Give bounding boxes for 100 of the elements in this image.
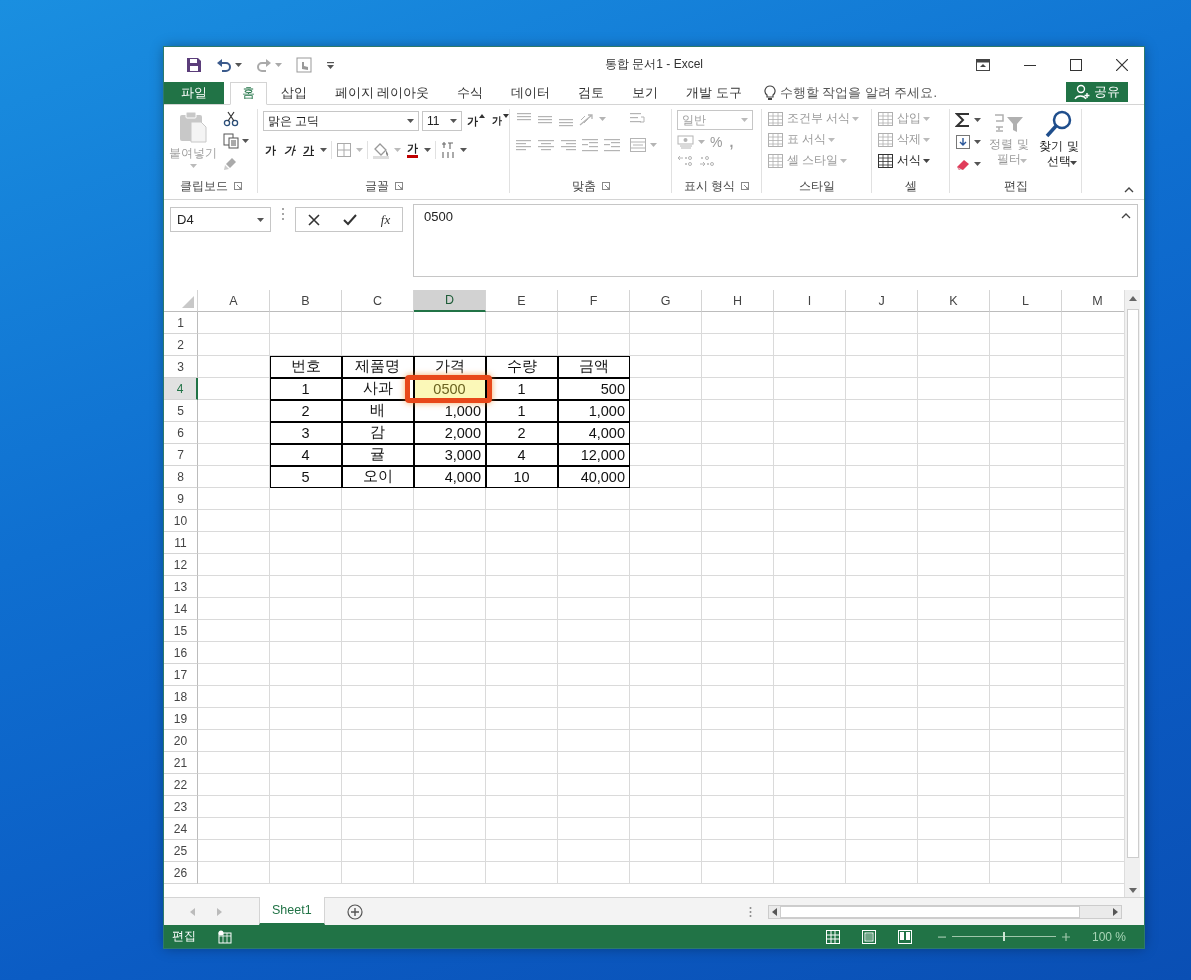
- grid-cell[interactable]: [342, 708, 414, 730]
- grid-cell[interactable]: [630, 862, 702, 884]
- row-header[interactable]: 19: [164, 708, 198, 730]
- grid-cell[interactable]: [270, 708, 342, 730]
- grid-cell[interactable]: [270, 598, 342, 620]
- grid-cell[interactable]: [846, 356, 918, 378]
- grid-cell[interactable]: [702, 422, 774, 444]
- grid-cell[interactable]: [702, 708, 774, 730]
- add-sheet-icon[interactable]: [346, 903, 363, 920]
- scroll-thumb[interactable]: [780, 905, 1080, 918]
- grid-cell[interactable]: [918, 356, 990, 378]
- row-header[interactable]: 22: [164, 774, 198, 796]
- grid-cell[interactable]: [558, 708, 630, 730]
- row-header[interactable]: 12: [164, 554, 198, 576]
- grid-cell[interactable]: [414, 620, 486, 642]
- grid-cell[interactable]: [774, 554, 846, 576]
- currency-icon[interactable]: [677, 134, 695, 150]
- grid-cell[interactable]: [630, 664, 702, 686]
- grid-cell[interactable]: [990, 422, 1062, 444]
- grid-cell[interactable]: [198, 708, 270, 730]
- dialog-launcher-icon[interactable]: [394, 182, 403, 190]
- grid-cell[interactable]: [774, 730, 846, 752]
- grid-cell[interactable]: [702, 312, 774, 334]
- grid-cell[interactable]: [990, 752, 1062, 774]
- redo-icon[interactable]: [256, 56, 272, 73]
- grid-cell[interactable]: [774, 356, 846, 378]
- grid-cell[interactable]: [774, 840, 846, 862]
- caret-icon[interactable]: [407, 119, 414, 123]
- touch-icon[interactable]: [296, 56, 312, 73]
- grid-cell[interactable]: [774, 400, 846, 422]
- grid-cell[interactable]: [918, 422, 990, 444]
- grid-cell[interactable]: [918, 312, 990, 334]
- grid-cell[interactable]: [558, 774, 630, 796]
- grid-cell[interactable]: [918, 554, 990, 576]
- align-left-icon[interactable]: [515, 137, 533, 153]
- grid-cell[interactable]: [198, 818, 270, 840]
- grid-cell[interactable]: [414, 840, 486, 862]
- grid-cell[interactable]: [774, 422, 846, 444]
- close-icon[interactable]: [1116, 58, 1128, 71]
- grid-cell[interactable]: [702, 466, 774, 488]
- grid-cell[interactable]: [486, 686, 558, 708]
- row-header[interactable]: 25: [164, 840, 198, 862]
- collapse-formula-icon[interactable]: [1121, 213, 1131, 219]
- caret-icon[interactable]: [450, 119, 457, 123]
- insert-function-button[interactable]: fx: [380, 211, 391, 228]
- grid-cell[interactable]: [270, 576, 342, 598]
- more-icon[interactable]: [281, 207, 285, 221]
- grid-cell[interactable]: [414, 488, 486, 510]
- grid-cell[interactable]: [342, 664, 414, 686]
- save-icon[interactable]: [186, 56, 202, 73]
- grid-cell[interactable]: [198, 752, 270, 774]
- borders-icon[interactable]: [336, 142, 352, 158]
- grid-cell[interactable]: [342, 334, 414, 356]
- tell-me-field[interactable]: 수행할 작업을 알려 주세요.: [755, 82, 945, 104]
- grid-cell[interactable]: [198, 312, 270, 334]
- grid-cell[interactable]: [414, 642, 486, 664]
- grid-cell[interactable]: [630, 730, 702, 752]
- caret-icon[interactable]: [460, 148, 467, 152]
- previous-sheet-icon[interactable]: [190, 907, 195, 916]
- grid-cell[interactable]: [846, 422, 918, 444]
- grid-cell[interactable]: [558, 642, 630, 664]
- grid-cell[interactable]: [558, 730, 630, 752]
- grid-cell[interactable]: [558, 664, 630, 686]
- grid-cell[interactable]: [342, 532, 414, 554]
- grid-cell[interactable]: [630, 400, 702, 422]
- grid-cell[interactable]: [846, 620, 918, 642]
- grid-cell[interactable]: [774, 598, 846, 620]
- grid-cell[interactable]: [342, 312, 414, 334]
- grid-cell[interactable]: [198, 862, 270, 884]
- grid-cell[interactable]: [702, 510, 774, 532]
- grid-cell[interactable]: [270, 686, 342, 708]
- decrease-decimal-icon[interactable]: [698, 154, 716, 168]
- grid-cell[interactable]: [270, 334, 342, 356]
- grid-cell[interactable]: [630, 840, 702, 862]
- grid-cell[interactable]: [630, 576, 702, 598]
- row-header[interactable]: 26: [164, 862, 198, 884]
- grid-cell[interactable]: [990, 334, 1062, 356]
- grid-cell[interactable]: [990, 378, 1062, 400]
- grid-cell[interactable]: [558, 510, 630, 532]
- row-header[interactable]: 6: [164, 422, 198, 444]
- grid-cell[interactable]: [702, 752, 774, 774]
- grid-cell[interactable]: [342, 642, 414, 664]
- grid-cell[interactable]: [774, 510, 846, 532]
- column-header[interactable]: I: [774, 290, 846, 312]
- grid-cell[interactable]: [990, 488, 1062, 510]
- zoom-slider-thumb[interactable]: [1002, 932, 1005, 941]
- row-header[interactable]: 18: [164, 686, 198, 708]
- grid-cell[interactable]: [774, 862, 846, 884]
- grid-cell[interactable]: [630, 774, 702, 796]
- grid-cell[interactable]: [198, 422, 270, 444]
- grid-cell[interactable]: [846, 774, 918, 796]
- formula-field[interactable]: 0500: [413, 204, 1138, 277]
- grid-cell[interactable]: [846, 708, 918, 730]
- ribbon-tab[interactable]: 수식: [443, 82, 498, 104]
- maximize-icon[interactable]: [1070, 58, 1082, 71]
- grid-cell[interactable]: [558, 840, 630, 862]
- column-header[interactable]: A: [198, 290, 270, 312]
- grid-cell[interactable]: [486, 730, 558, 752]
- row-header[interactable]: 16: [164, 642, 198, 664]
- grid-cell[interactable]: [414, 576, 486, 598]
